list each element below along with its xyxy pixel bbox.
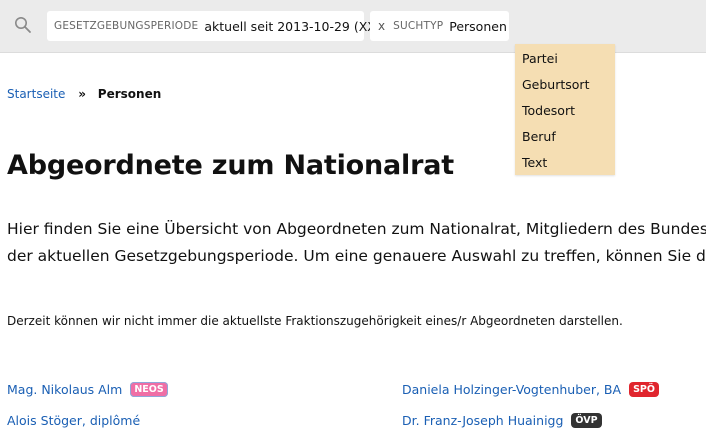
party-badge-neos: NEOS bbox=[130, 382, 168, 397]
breadcrumb-separator: » bbox=[78, 87, 86, 101]
filter-value: aktuell seit 2013-10-29 (XXV) bbox=[204, 18, 390, 34]
filter-value: Personen bbox=[449, 18, 507, 34]
faction-notice: Derzeit können wir nicht immer die aktue… bbox=[7, 314, 623, 328]
dropdown-option-geburtsort[interactable]: Geburtsort bbox=[515, 72, 615, 98]
intro-text: Hier finden Sie eine Übersicht von Abgeo… bbox=[7, 216, 706, 270]
filter-key: SUCHTYP bbox=[393, 20, 444, 32]
member-link[interactable]: Alois Stöger, diplômé bbox=[7, 413, 140, 428]
dropdown-option-todesort[interactable]: Todesort bbox=[515, 98, 615, 124]
member-item: Mag. Nikolaus Alm NEOS bbox=[7, 382, 168, 397]
member-link[interactable]: Daniela Holzinger-Vogtenhuber, BA bbox=[402, 382, 621, 397]
filter-options-dropdown: Partei Geburtsort Todesort Beruf Text bbox=[515, 44, 615, 175]
dropdown-option-text[interactable]: Text bbox=[515, 150, 615, 176]
member-item: Daniela Holzinger-Vogtenhuber, BA SPÖ bbox=[402, 382, 659, 397]
member-item: Dr. Franz-Joseph Huainigg ÖVP bbox=[402, 413, 602, 428]
breadcrumb-current: Personen bbox=[97, 87, 162, 101]
member-link[interactable]: Mag. Nikolaus Alm bbox=[7, 382, 122, 397]
intro-line: der aktuellen Gesetzgebungsperiode. Um e… bbox=[7, 247, 706, 265]
party-badge-ovp: ÖVP bbox=[571, 413, 602, 428]
intro-line: Hier finden Sie eine Übersicht von Abgeo… bbox=[7, 220, 706, 238]
breadcrumb: Startseite » Personen bbox=[7, 87, 161, 101]
dropdown-option-partei[interactable]: Partei bbox=[515, 46, 615, 72]
filter-chip-period[interactable]: GESETZGEBUNGSPERIODE aktuell seit 2013-1… bbox=[47, 11, 389, 41]
filter-chip-search-type[interactable]: x SUCHTYP Personen bbox=[370, 11, 509, 41]
page-title: Abgeordnete zum Nationalrat bbox=[7, 150, 454, 181]
search-icon[interactable] bbox=[14, 16, 32, 34]
member-item: Alois Stöger, diplômé bbox=[7, 413, 140, 428]
remove-filter-button[interactable]: x bbox=[378, 19, 385, 33]
breadcrumb-home-link[interactable]: Startseite bbox=[7, 87, 65, 101]
filter-key: GESETZGEBUNGSPERIODE bbox=[54, 20, 199, 32]
dropdown-option-beruf[interactable]: Beruf bbox=[515, 124, 615, 150]
party-badge-spo: SPÖ bbox=[629, 382, 659, 397]
member-link[interactable]: Dr. Franz-Joseph Huainigg bbox=[402, 413, 563, 428]
